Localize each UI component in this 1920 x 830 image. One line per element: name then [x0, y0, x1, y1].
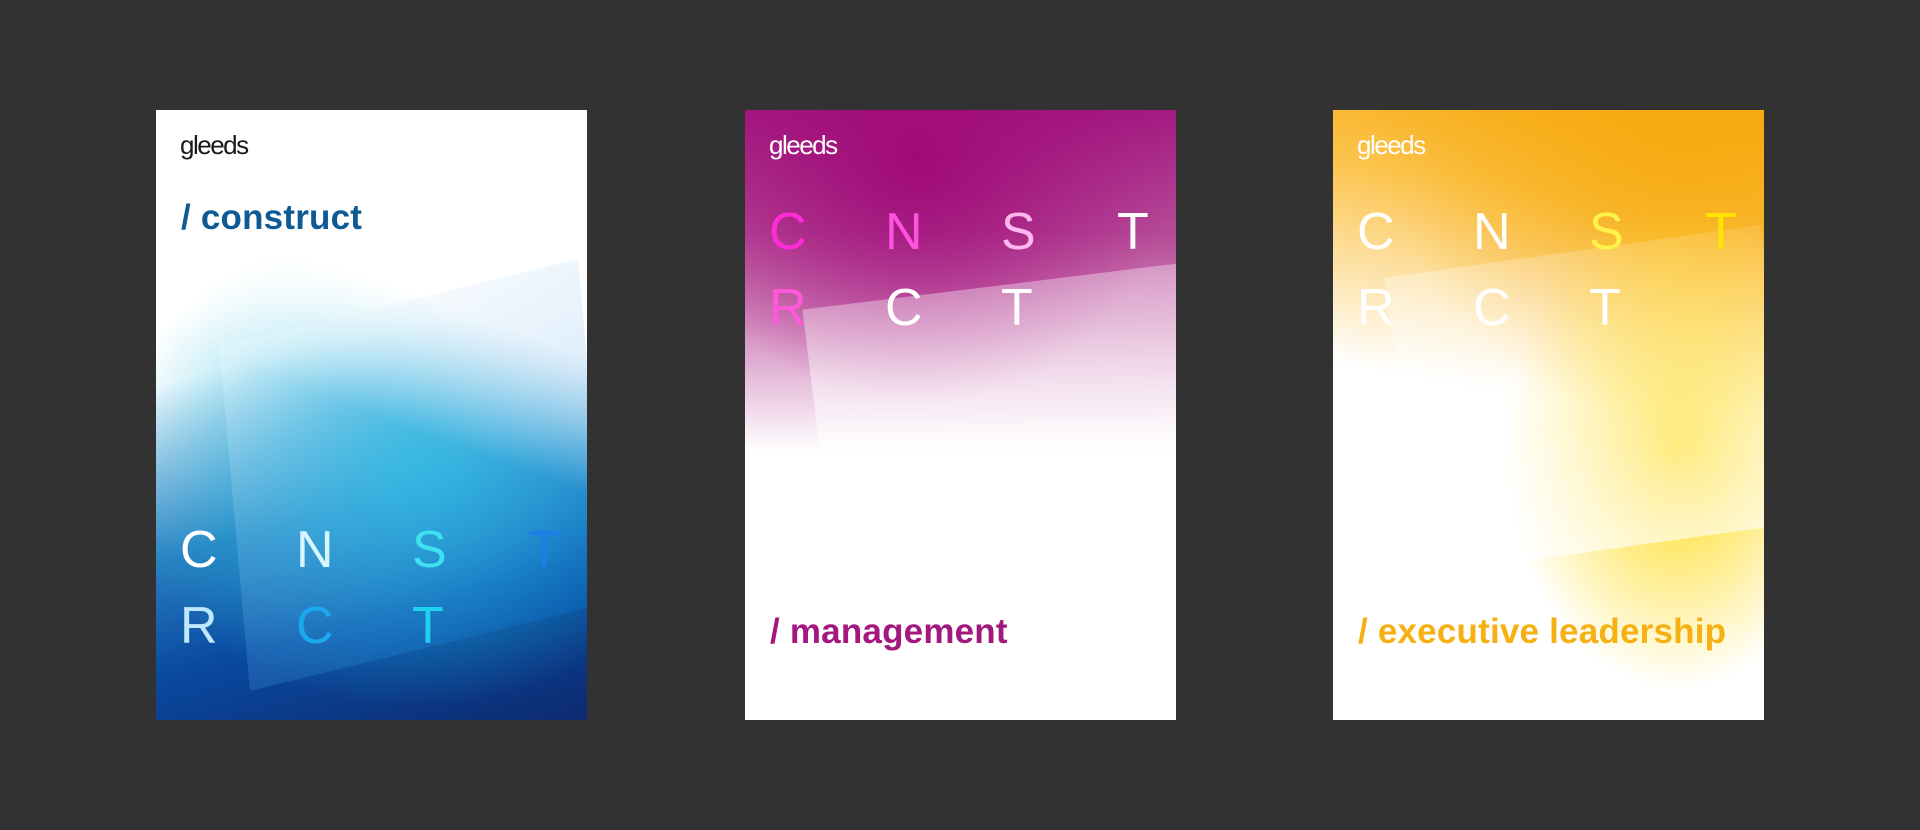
- letter: N: [296, 521, 334, 579]
- letter: T: [1589, 279, 1621, 337]
- letter: R: [769, 279, 807, 337]
- letter: C: [296, 597, 334, 655]
- letter: C: [180, 521, 218, 579]
- gleeds-logo: gleeds: [180, 130, 249, 160]
- translucent-panel: [1383, 225, 1764, 575]
- letter: S: [1589, 203, 1624, 261]
- poster-heading: / management: [770, 612, 1008, 651]
- letter: T: [1705, 203, 1737, 261]
- letter: C: [769, 203, 807, 261]
- poster-heading: / construct: [181, 198, 363, 237]
- poster-construct: gleeds / construct C N S T R C T: [156, 110, 587, 720]
- letter: T: [528, 521, 560, 579]
- letter: S: [1001, 203, 1036, 261]
- letter: N: [1473, 203, 1511, 261]
- gleeds-logo: gleeds: [1357, 130, 1426, 160]
- letter: C: [885, 279, 923, 337]
- translucent-panel: [802, 262, 1176, 538]
- letter: C: [1357, 203, 1395, 261]
- gleeds-logo: gleeds: [769, 130, 838, 160]
- letter: T: [412, 597, 444, 655]
- poster-heading: / executive leadership: [1358, 612, 1727, 651]
- letter: T: [1001, 279, 1033, 337]
- poster-management: gleeds C N S T R C T / management: [745, 110, 1176, 720]
- letter: N: [885, 203, 923, 261]
- letter: S: [412, 521, 447, 579]
- poster-executive-leadership: gleeds C N S T R C T / executive leaders…: [1333, 110, 1764, 720]
- letter: R: [180, 597, 218, 655]
- letter: C: [1473, 279, 1511, 337]
- letter: R: [1357, 279, 1395, 337]
- letter: T: [1117, 203, 1149, 261]
